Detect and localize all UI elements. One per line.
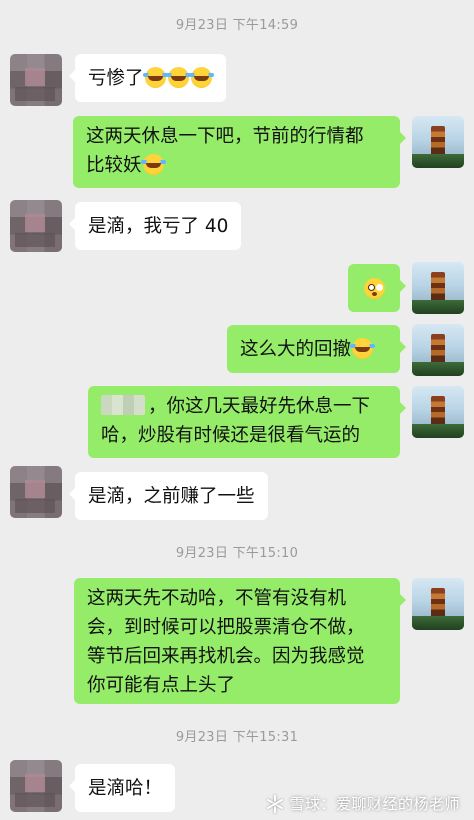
incoming-message[interactable]: 是滴，之前赚了一些 xyxy=(69,472,268,520)
self-avatar[interactable] xyxy=(412,386,464,438)
message-text: 是滴，之前赚了一些 xyxy=(88,485,255,507)
incoming-message[interactable]: 是滴，我亏了 40 xyxy=(68,202,242,250)
contact-avatar[interactable] xyxy=(10,54,62,106)
laugh-cry-icon xyxy=(165,66,191,88)
self-avatar[interactable] xyxy=(412,262,464,314)
astonished-icon xyxy=(363,277,385,299)
self-avatar[interactable] xyxy=(412,578,464,630)
outgoing-message[interactable]: 这么大的回撤 xyxy=(227,325,406,373)
message-text: 等节后回来再找机会。因为我感觉 xyxy=(87,646,365,667)
message-text: 会，到时候可以把股票清仓不做， xyxy=(87,617,365,638)
message-text: 哈，炒股有时候还是很看气运的 xyxy=(101,425,361,446)
outgoing-message[interactable]: ，你这几天最好先休息一下 哈，炒股有时候还是很看气运的 xyxy=(88,386,406,458)
message-text: 亏惨了 xyxy=(88,67,144,89)
incoming-message[interactable]: 亏惨了 xyxy=(69,54,226,102)
message-text: 是滴哈！ xyxy=(88,777,163,799)
watermark: 雪球：爱聊财经的杨老师 xyxy=(265,793,460,814)
snowball-logo-icon xyxy=(265,794,285,814)
laugh-cry-icon xyxy=(188,66,214,88)
message-text: 这么大的回撤 xyxy=(240,338,352,360)
outgoing-message[interactable]: 这两天先不动哈，不管有没有机 会，到时候可以把股票清仓不做， 等节后回来再找机会… xyxy=(74,578,406,704)
timestamp: 9月23日 下午14:59 xyxy=(175,18,299,33)
outgoing-message[interactable]: 这两天休息一下吧，节前的行情都 比较妖 xyxy=(73,116,406,188)
message-text: 你可能有点上头了 xyxy=(87,675,236,696)
contact-avatar[interactable] xyxy=(10,760,62,812)
timestamp: 9月23日 下午15:10 xyxy=(175,546,299,561)
message-text: 这两天休息一下吧，节前的行情都 xyxy=(86,126,364,147)
timestamp: 9月23日 下午15:31 xyxy=(175,730,299,745)
laugh-cry-icon xyxy=(140,154,166,175)
message-text: ，你这几天最好先休息一下 xyxy=(148,396,371,417)
contact-avatar[interactable] xyxy=(10,466,62,518)
laugh-cry-icon xyxy=(142,66,168,88)
self-avatar[interactable] xyxy=(412,324,464,376)
message-text: 比较妖 xyxy=(86,155,142,176)
self-avatar[interactable] xyxy=(412,116,464,168)
message-text: 是滴，我亏了 40 xyxy=(88,215,229,237)
redacted-name xyxy=(101,395,145,415)
laugh-cry-icon xyxy=(350,337,376,359)
contact-avatar[interactable] xyxy=(10,200,62,252)
watermark-text: 雪球：爱聊财经的杨老师 xyxy=(289,795,460,813)
outgoing-message[interactable] xyxy=(348,264,406,312)
message-text: 这两天先不动哈，不管有没有机 xyxy=(87,588,347,609)
incoming-message[interactable]: 是滴哈！ xyxy=(68,764,176,812)
